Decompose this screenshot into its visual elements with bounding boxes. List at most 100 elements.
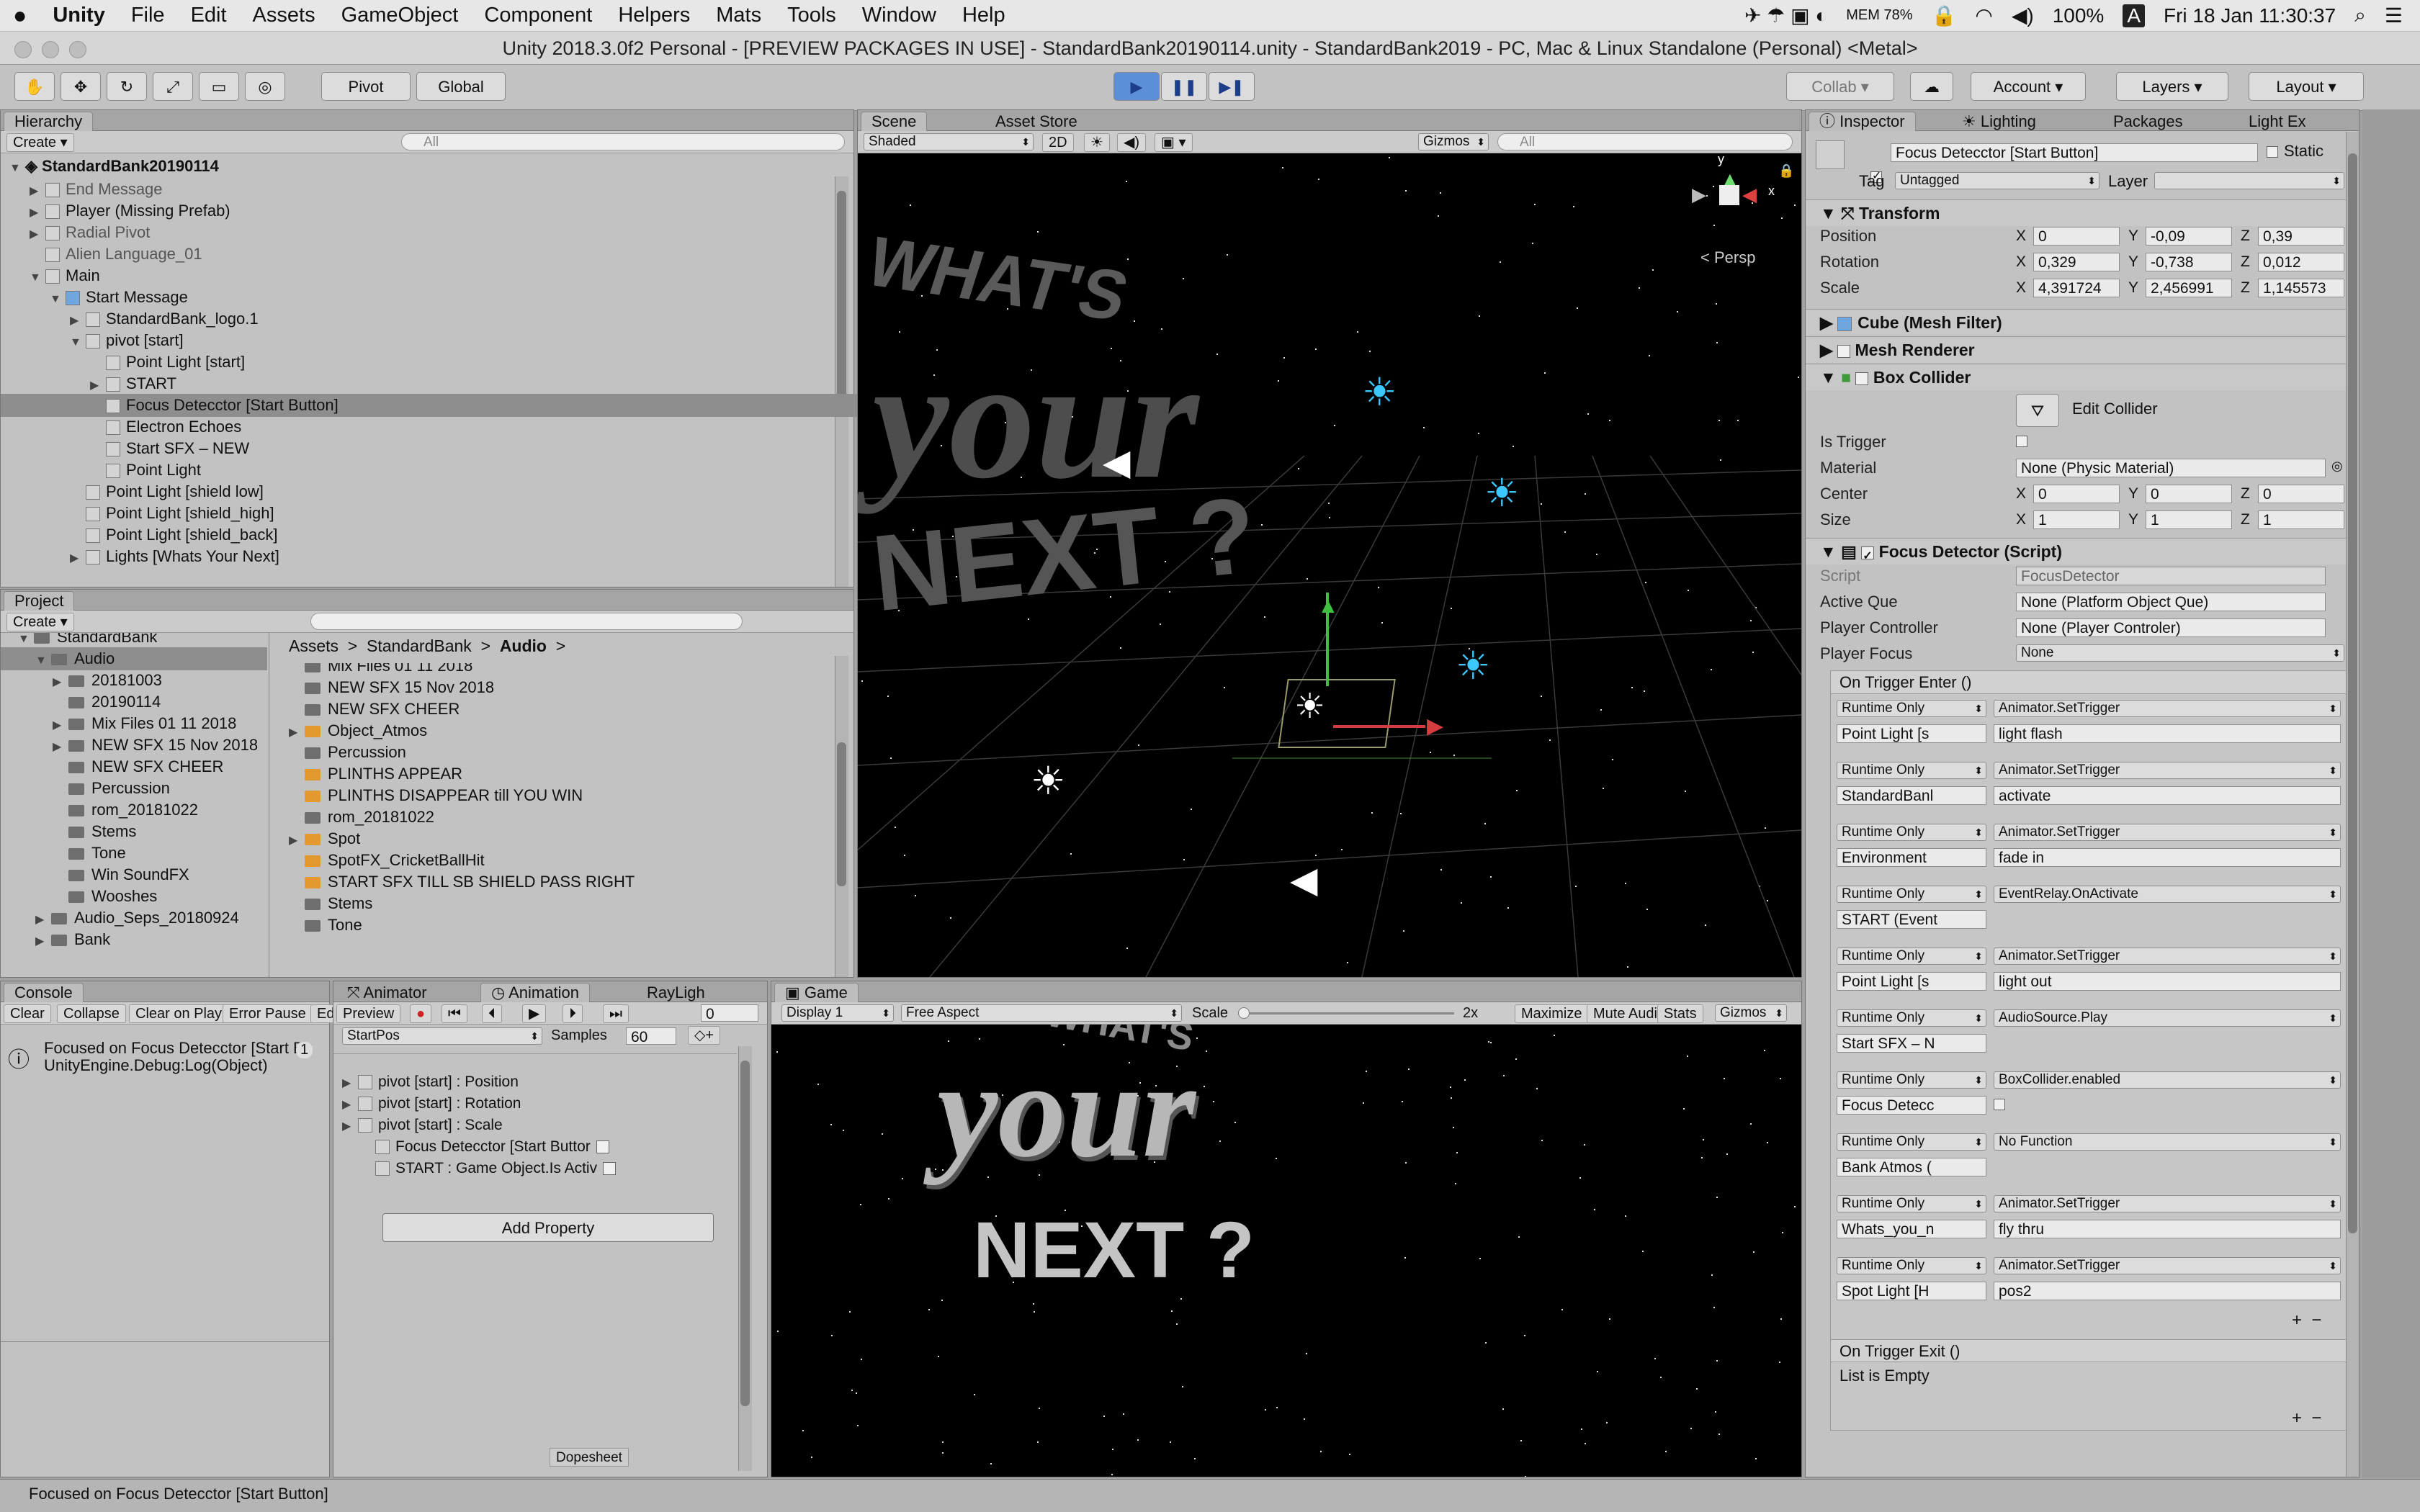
console-clear-on-play-button[interactable]: Clear on Play <box>129 1004 229 1023</box>
center-z-field[interactable]: 0 <box>2258 485 2344 503</box>
event-argument-field[interactable]: activate <box>1994 786 2341 805</box>
active-que-field[interactable]: None (Platform Object Que) <box>2016 593 2326 611</box>
event-argument-field[interactable]: light flash <box>1994 724 2341 743</box>
object-picker-icon[interactable]: ◎ <box>2331 459 2343 474</box>
animation-property-row[interactable]: ▶ pivot [start] : Scale <box>333 1114 731 1137</box>
breadcrumb-audio[interactable]: Audio <box>500 636 547 655</box>
project-asset-row[interactable]: PLINTHS DISAPPEAR till YOU WIN <box>286 784 819 807</box>
tab-asset-store[interactable]: Asset Store <box>985 112 1088 131</box>
event-runtime-dropdown[interactable]: Runtime Only <box>1837 1133 1986 1151</box>
console-collapse-button[interactable]: Collapse <box>57 1004 126 1023</box>
transform-tool-button[interactable]: ◎ <box>245 72 285 101</box>
project-folder-row[interactable]: ▶ Bank <box>1 928 267 951</box>
status-message[interactable]: Focused on Focus Detecctor [Start Button… <box>29 1485 328 1503</box>
wifi-icon[interactable]: ◠ <box>1975 4 1992 27</box>
project-folder-row[interactable]: NEW SFX CHEER <box>1 755 267 778</box>
event-function-dropdown[interactable]: No Function <box>1994 1133 2341 1151</box>
console-clear-button[interactable]: Clear <box>4 1004 51 1023</box>
box-collider-header[interactable]: ▼ ■ Box Collider <box>1806 364 2359 390</box>
project-create-dropdown[interactable]: Create ▾ <box>6 613 74 631</box>
animation-property-row[interactable]: ▶ pivot [start] : Position <box>333 1071 731 1094</box>
project-asset-row[interactable]: Tone <box>286 914 819 937</box>
transform-rotation-y-field[interactable]: -0,738 <box>2146 253 2232 271</box>
collab-dropdown[interactable]: Collab ▾ <box>1786 72 1894 101</box>
first-key-button[interactable]: ⏮ <box>442 1004 467 1023</box>
hierarchy-row[interactable]: Focus Detecctor [Start Button] <box>1 394 923 417</box>
animation-scrollbar[interactable] <box>738 1046 752 1471</box>
event-function-dropdown[interactable]: Animator.SetTrigger <box>1994 1195 2341 1212</box>
project-asset-row[interactable]: ▶ Object_Atmos <box>286 719 819 742</box>
event-argument-field[interactable]: pos2 <box>1994 1282 2341 1300</box>
event-runtime-dropdown[interactable]: Runtime Only <box>1837 700 1986 717</box>
transform-scale-y-field[interactable]: 2,456991 <box>2146 279 2232 297</box>
event-target-object-field[interactable]: Whats_you_n <box>1837 1220 1986 1238</box>
project-asset-row[interactable]: NEW SFX 15 Nov 2018 <box>286 676 819 699</box>
breadcrumb-standardbank[interactable]: StandardBank <box>367 636 472 655</box>
event-function-dropdown[interactable]: Animator.SetTrigger <box>1994 700 2341 717</box>
tab-hierarchy[interactable]: Hierarchy <box>4 112 94 131</box>
breadcrumb-assets[interactable]: Assets <box>289 636 339 655</box>
project-folder-row[interactable]: Wooshes <box>1 885 267 908</box>
cloud-icon[interactable]: ☁ <box>1910 72 1953 101</box>
event-runtime-dropdown[interactable]: Runtime Only <box>1837 1195 1986 1212</box>
scale-slider-thumb[interactable] <box>1238 1007 1250 1019</box>
memory-indicator[interactable]: MEM 78% <box>1846 7 1912 24</box>
expand-arrow-icon[interactable]: ▶ <box>70 547 86 570</box>
project-folder-row[interactable]: Stems <box>1 820 267 843</box>
move-handle-x[interactable] <box>1333 725 1425 728</box>
dopesheet-tab[interactable]: Dopesheet <box>550 1448 629 1467</box>
scene-gizmos-dropdown[interactable]: Gizmos <box>1418 133 1489 150</box>
scene-viewport[interactable]: WHAT'S your NEXT ? ☀ ☀ ☀ ☀ ◀ ◀ ☀ ▲ ▶ ▲ y… <box>858 153 1801 977</box>
volume-icon[interactable]: ◀) <box>2012 4 2034 27</box>
project-folder-row[interactable]: 20190114 <box>1 690 267 714</box>
status-tray-icons[interactable]: ✈ ☂ ▣ ◐ <box>1744 4 1827 27</box>
project-folder-row[interactable]: Tone <box>1 842 267 865</box>
frame-field[interactable]: 0 <box>701 1004 758 1022</box>
event-runtime-dropdown[interactable]: Runtime Only <box>1837 1257 1986 1274</box>
hierarchy-row[interactable]: ▶ Lights [Whats Your Next] <box>1 545 902 568</box>
hierarchy-row[interactable]: Electron Echoes <box>1 415 923 438</box>
project-asset-row[interactable]: Mix Files 01 11 2018 <box>286 663 819 678</box>
scrollbar-thumb[interactable] <box>2348 153 2357 1233</box>
tab-raylight[interactable]: RayLigh <box>636 983 716 1002</box>
scene-root-row[interactable]: ▼ ◈ StandardBank20190114 <box>9 155 219 178</box>
hierarchy-row[interactable]: ▶ End Message <box>1 178 862 201</box>
console-error-pause-button[interactable]: Error Pause <box>223 1004 313 1023</box>
zoom-window-button[interactable] <box>69 41 86 58</box>
event-function-dropdown[interactable]: Animator.SetTrigger <box>1994 948 2341 965</box>
event-target-object-field[interactable]: StandardBanl <box>1837 786 1986 805</box>
event-target-object-field[interactable]: Focus Detecc <box>1837 1096 1986 1115</box>
project-asset-row[interactable]: rom_20181022 <box>286 806 819 829</box>
hierarchy-row[interactable]: Alien Language_01 <box>1 243 862 266</box>
aspect-dropdown[interactable]: Free Aspect <box>901 1004 1182 1022</box>
project-scrollbar[interactable] <box>835 656 848 977</box>
event-runtime-dropdown[interactable]: Runtime Only <box>1837 824 1986 841</box>
tab-project[interactable]: Project <box>4 591 75 611</box>
move-tool-button[interactable]: ✥ <box>60 72 101 101</box>
add-event-button[interactable]: + − <box>2292 1310 2321 1331</box>
2d-toggle[interactable]: 2D <box>1042 133 1074 152</box>
spotlight-search-icon[interactable]: ⌕ <box>2354 4 2366 27</box>
layers-dropdown[interactable]: Layers ▾ <box>2116 72 2228 101</box>
step-button[interactable]: ▶❚ <box>1209 72 1255 101</box>
mesh-renderer-checkbox[interactable] <box>1837 344 1851 358</box>
audio-source-gizmo-icon[interactable]: ◀ <box>1103 441 1130 483</box>
hierarchy-search-input[interactable]: All <box>401 133 845 150</box>
animation-property-row[interactable]: ▶ pivot [start] : Rotation <box>333 1092 731 1115</box>
hierarchy-row[interactable]: ▼ Start Message <box>1 286 882 309</box>
point-light-gizmo-icon[interactable]: ☀ <box>1456 643 1490 688</box>
tag-dropdown[interactable]: Untagged <box>1895 172 2099 189</box>
expand-arrow-icon[interactable]: ▶ <box>35 930 51 953</box>
event-target-object-field[interactable]: Start SFX – N <box>1837 1034 1986 1053</box>
transform-header[interactable]: ▼ ⤧ Transform <box>1806 199 2359 226</box>
size-x-field[interactable]: 1 <box>2033 510 2120 529</box>
project-asset-row[interactable]: SpotFX_CricketBallHit <box>286 849 819 872</box>
tab-animation[interactable]: ◷ Animation <box>480 983 590 1002</box>
hand-tool-button[interactable]: ✋ <box>14 72 55 101</box>
game-viewport[interactable]: WHAT'S your NEXT ? <box>771 1025 1801 1477</box>
clock[interactable]: Fri 18 Jan 11:30:37 <box>2164 4 2336 27</box>
control-center-icon[interactable]: ☰ <box>2385 4 2403 27</box>
mesh-renderer-header[interactable]: ▶ Mesh Renderer <box>1806 336 2359 363</box>
hierarchy-row[interactable]: ▶ Radial Pivot <box>1 221 862 244</box>
event-function-dropdown[interactable]: Animator.SetTrigger <box>1994 762 2341 779</box>
